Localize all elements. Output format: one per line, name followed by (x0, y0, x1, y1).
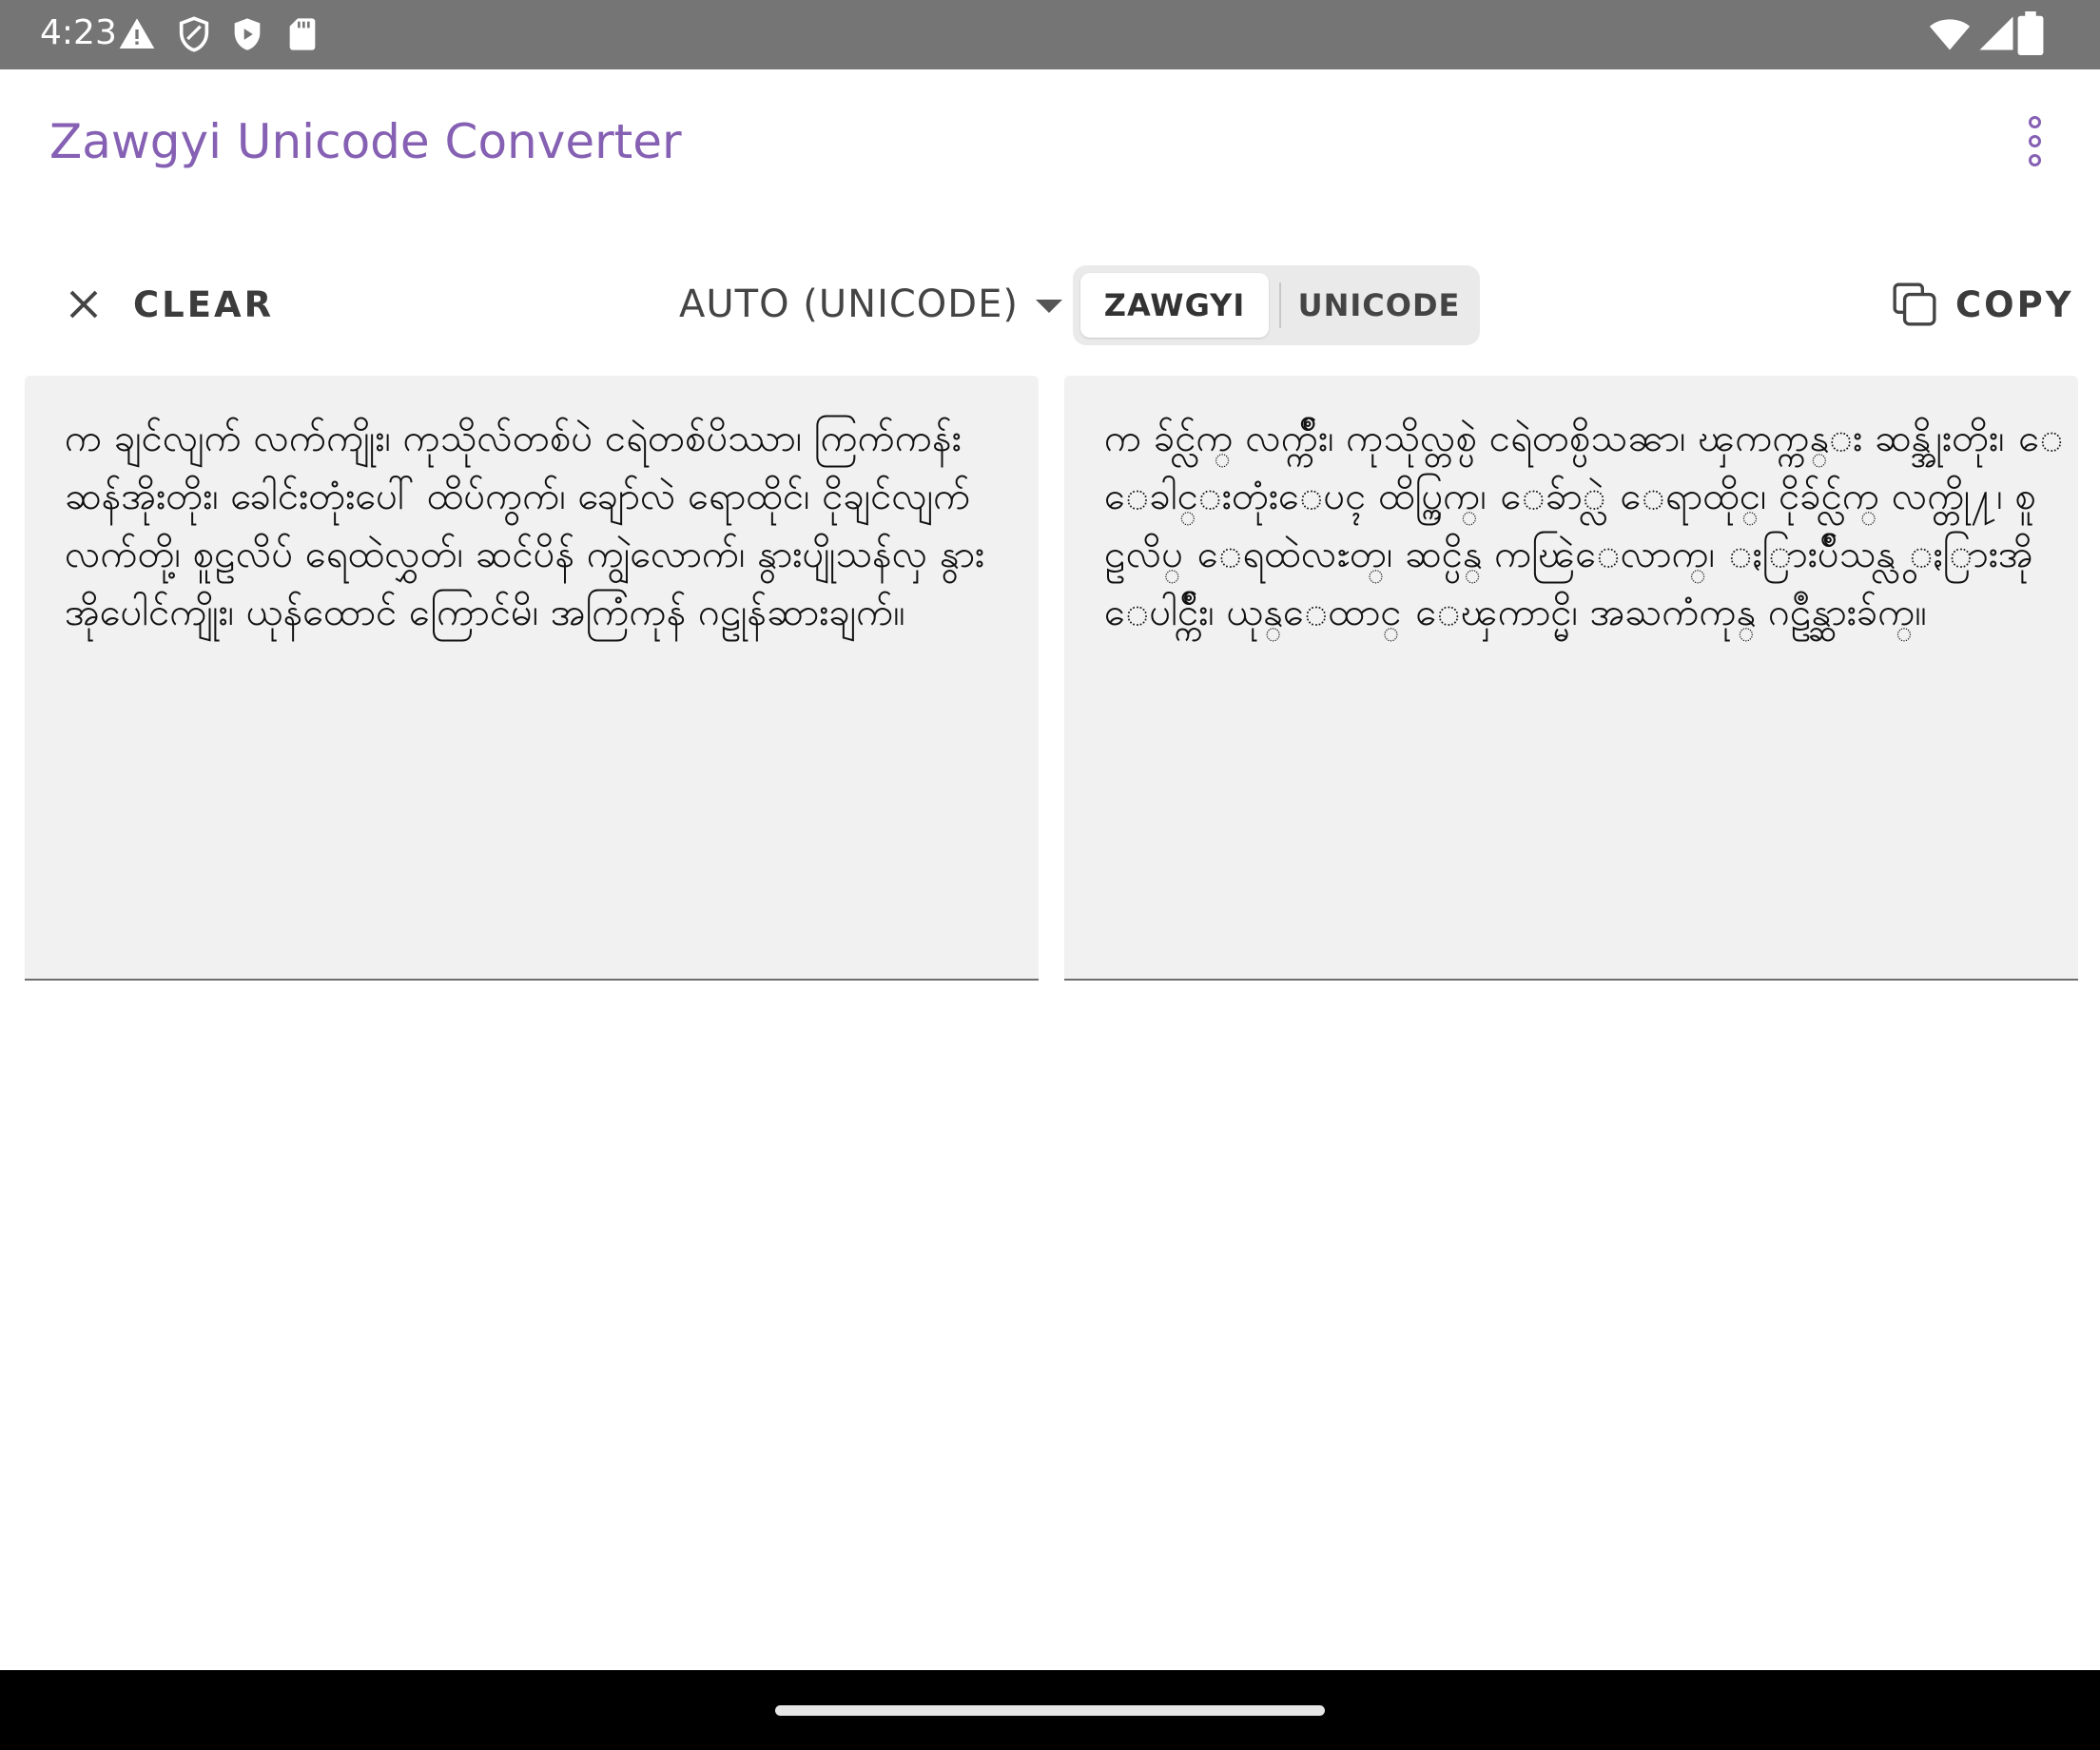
copy-icon (1893, 282, 1936, 326)
warning-icon (119, 18, 155, 49)
toggle-divider (1279, 282, 1281, 328)
copy-label: COPY (1955, 283, 2074, 325)
close-icon (69, 290, 98, 319)
copy-button[interactable]: COPY (1891, 276, 2074, 333)
app-title: Zawgyi Unicode Converter (49, 114, 682, 169)
input-mode-dropdown[interactable]: AUTO (UNICODE) (679, 278, 1062, 331)
clear-button[interactable]: CLEAR (59, 276, 274, 333)
status-bar: 4:23 (0, 0, 2100, 69)
zawgyi-option[interactable]: ZAWGYI (1080, 273, 1269, 338)
clear-label: CLEAR (133, 283, 275, 325)
sd-card-icon (289, 18, 316, 50)
battery-icon (2017, 11, 2044, 55)
input-text-area[interactable]: က ချင်လျက် လက်ကျိုး၊ ကုသိုလ်တစ်ပဲ ငရဲတစ်… (25, 376, 1039, 981)
wifi-icon (1929, 19, 1971, 50)
dropdown-arrow-icon (1035, 300, 1062, 313)
unicode-option[interactable]: UNICODE (1284, 273, 1474, 338)
output-text: က ခ်င္လ်က္ လက္က်ိဳး၊ ကုသိုလ္တစ္ပဲ ငရဲတစ္… (1104, 417, 2064, 634)
shield-icon (179, 16, 209, 52)
input-mode-label: AUTO (UNICODE) (679, 282, 1019, 326)
status-time: 4:23 (40, 13, 117, 52)
output-text-area[interactable]: က ခ်င္လ်က္ လက္က်ိဳး၊ ကုသိုလ္တစ္ပဲ ငရဲတစ္… (1064, 376, 2078, 981)
home-pill-icon[interactable] (775, 1705, 1325, 1716)
output-encoding-toggle: ZAWGYI UNICODE (1073, 265, 1480, 345)
navigation-bar (0, 1670, 2100, 1750)
input-text: က ချင်လျက် လက်ကျိုး၊ ကုသိုလ်တစ်ပဲ ငရဲတစ်… (65, 417, 985, 634)
play-protect-icon (234, 18, 261, 50)
signal-icon (1979, 16, 2013, 50)
more-vert-icon[interactable] (2014, 107, 2056, 175)
